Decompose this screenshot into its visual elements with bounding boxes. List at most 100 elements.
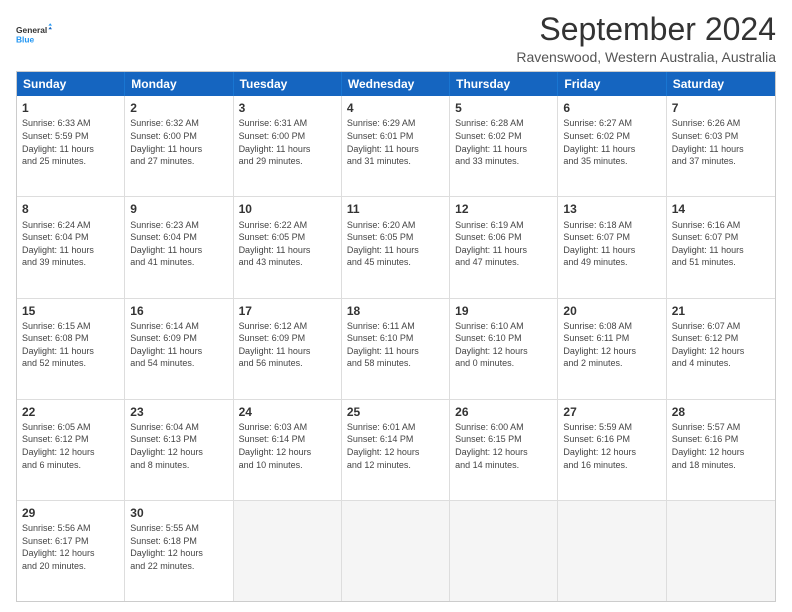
calendar-cell-2: 2Sunrise: 6:32 AM Sunset: 6:00 PM Daylig… [125, 96, 233, 196]
day-info: Sunrise: 6:28 AM Sunset: 6:02 PM Dayligh… [455, 117, 552, 167]
calendar-cell-empty [558, 501, 666, 601]
calendar-cell-22: 22Sunrise: 6:05 AM Sunset: 6:12 PM Dayli… [17, 400, 125, 500]
header-day-saturday: Saturday [667, 72, 775, 96]
day-number: 1 [22, 100, 119, 116]
day-number: 19 [455, 303, 552, 319]
calendar-cell-17: 17Sunrise: 6:12 AM Sunset: 6:09 PM Dayli… [234, 299, 342, 399]
day-number: 23 [130, 404, 227, 420]
day-number: 26 [455, 404, 552, 420]
calendar-cell-1: 1Sunrise: 6:33 AM Sunset: 5:59 PM Daylig… [17, 96, 125, 196]
day-number: 21 [672, 303, 770, 319]
day-number: 24 [239, 404, 336, 420]
day-info: Sunrise: 5:55 AM Sunset: 6:18 PM Dayligh… [130, 522, 227, 572]
day-number: 17 [239, 303, 336, 319]
calendar-row-1: 1Sunrise: 6:33 AM Sunset: 5:59 PM Daylig… [17, 96, 775, 196]
day-info: Sunrise: 6:24 AM Sunset: 6:04 PM Dayligh… [22, 219, 119, 269]
day-info: Sunrise: 6:12 AM Sunset: 6:09 PM Dayligh… [239, 320, 336, 370]
logo-svg: General Blue [16, 16, 52, 52]
title-block: September 2024 Ravenswood, Western Austr… [516, 12, 776, 65]
day-number: 7 [672, 100, 770, 116]
calendar-cell-16: 16Sunrise: 6:14 AM Sunset: 6:09 PM Dayli… [125, 299, 233, 399]
calendar-cell-empty [450, 501, 558, 601]
calendar-header: SundayMondayTuesdayWednesdayThursdayFrid… [17, 72, 775, 96]
calendar-row-5: 29Sunrise: 5:56 AM Sunset: 6:17 PM Dayli… [17, 500, 775, 601]
calendar-cell-14: 14 Sunrise: 6:16 AM Sunset: 6:07 PM Dayli… [667, 197, 775, 297]
header-day-wednesday: Wednesday [342, 72, 450, 96]
calendar-cell-15: 15Sunrise: 6:15 AM Sunset: 6:08 PM Dayli… [17, 299, 125, 399]
calendar-cell-18: 18Sunrise: 6:11 AM Sunset: 6:10 PM Dayli… [342, 299, 450, 399]
calendar-row-2: 8 Sunrise: 6:24 AM Sunset: 6:04 PM Daylig… [17, 196, 775, 297]
day-number: 12 [455, 201, 552, 217]
day-info: Sunrise: 6:16 AM Sunset: 6:07 PM Dayligh… [672, 219, 770, 269]
calendar-cell-5: 5Sunrise: 6:28 AM Sunset: 6:02 PM Daylig… [450, 96, 558, 196]
day-number: 10 [239, 201, 336, 217]
calendar-cell-8: 8 Sunrise: 6:24 AM Sunset: 6:04 PM Daylig… [17, 197, 125, 297]
calendar-cell-4: 4Sunrise: 6:29 AM Sunset: 6:01 PM Daylig… [342, 96, 450, 196]
day-info: Sunrise: 6:05 AM Sunset: 6:12 PM Dayligh… [22, 421, 119, 471]
calendar-body: 1Sunrise: 6:33 AM Sunset: 5:59 PM Daylig… [17, 96, 775, 601]
calendar-cell-30: 30Sunrise: 5:55 AM Sunset: 6:18 PM Dayli… [125, 501, 233, 601]
day-number: 20 [563, 303, 660, 319]
calendar-cell-28: 28Sunrise: 5:57 AM Sunset: 6:16 PM Dayli… [667, 400, 775, 500]
day-info: Sunrise: 6:27 AM Sunset: 6:02 PM Dayligh… [563, 117, 660, 167]
day-number: 11 [347, 201, 444, 217]
day-number: 4 [347, 100, 444, 116]
day-number: 15 [22, 303, 119, 319]
day-info: Sunrise: 6:15 AM Sunset: 6:08 PM Dayligh… [22, 320, 119, 370]
calendar-cell-26: 26Sunrise: 6:00 AM Sunset: 6:15 PM Dayli… [450, 400, 558, 500]
day-info: Sunrise: 5:57 AM Sunset: 6:16 PM Dayligh… [672, 421, 770, 471]
calendar-cell-10: 10 Sunrise: 6:22 AM Sunset: 6:05 PM Dayli… [234, 197, 342, 297]
day-number: 13 [563, 201, 660, 217]
day-number: 2 [130, 100, 227, 116]
day-info: Sunrise: 6:01 AM Sunset: 6:14 PM Dayligh… [347, 421, 444, 471]
calendar-row-4: 22Sunrise: 6:05 AM Sunset: 6:12 PM Dayli… [17, 399, 775, 500]
day-info: Sunrise: 6:14 AM Sunset: 6:09 PM Dayligh… [130, 320, 227, 370]
day-number: 18 [347, 303, 444, 319]
header-day-monday: Monday [125, 72, 233, 96]
calendar-cell-12: 12 Sunrise: 6:19 AM Sunset: 6:06 PM Dayli… [450, 197, 558, 297]
day-info: Sunrise: 6:07 AM Sunset: 6:12 PM Dayligh… [672, 320, 770, 370]
day-info: Sunrise: 6:32 AM Sunset: 6:00 PM Dayligh… [130, 117, 227, 167]
header-day-tuesday: Tuesday [234, 72, 342, 96]
day-info: Sunrise: 6:03 AM Sunset: 6:14 PM Dayligh… [239, 421, 336, 471]
day-number: 6 [563, 100, 660, 116]
day-info: Sunrise: 6:19 AM Sunset: 6:06 PM Dayligh… [455, 219, 552, 269]
page-header: General Blue September 2024 Ravenswood, … [16, 12, 776, 65]
svg-text:General: General [16, 25, 47, 35]
logo: General Blue [16, 16, 52, 52]
calendar-cell-13: 13Sunrise: 6:18 AM Sunset: 6:07 PM Dayli… [558, 197, 666, 297]
day-info: Sunrise: 5:59 AM Sunset: 6:16 PM Dayligh… [563, 421, 660, 471]
day-number: 25 [347, 404, 444, 420]
header-day-thursday: Thursday [450, 72, 558, 96]
day-number: 3 [239, 100, 336, 116]
day-info: Sunrise: 6:26 AM Sunset: 6:03 PM Dayligh… [672, 117, 770, 167]
day-info: Sunrise: 6:11 AM Sunset: 6:10 PM Dayligh… [347, 320, 444, 370]
calendar-row-3: 15Sunrise: 6:15 AM Sunset: 6:08 PM Dayli… [17, 298, 775, 399]
day-number: 14 [672, 201, 770, 217]
calendar-cell-29: 29Sunrise: 5:56 AM Sunset: 6:17 PM Dayli… [17, 501, 125, 601]
day-number: 9 [130, 201, 227, 217]
header-day-friday: Friday [558, 72, 666, 96]
day-info: Sunrise: 6:20 AM Sunset: 6:05 PM Dayligh… [347, 219, 444, 269]
calendar-cell-24: 24Sunrise: 6:03 AM Sunset: 6:14 PM Dayli… [234, 400, 342, 500]
calendar: SundayMondayTuesdayWednesdayThursdayFrid… [16, 71, 776, 602]
calendar-cell-empty [342, 501, 450, 601]
day-number: 29 [22, 505, 119, 521]
day-number: 5 [455, 100, 552, 116]
calendar-cell-27: 27Sunrise: 5:59 AM Sunset: 6:16 PM Dayli… [558, 400, 666, 500]
day-number: 16 [130, 303, 227, 319]
calendar-cell-empty [667, 501, 775, 601]
day-info: Sunrise: 6:22 AM Sunset: 6:05 PM Dayligh… [239, 219, 336, 269]
page-subtitle: Ravenswood, Western Australia, Australia [516, 49, 776, 65]
day-number: 8 [22, 201, 119, 217]
calendar-cell-9: 9Sunrise: 6:23 AM Sunset: 6:04 PM Daylig… [125, 197, 233, 297]
day-info: Sunrise: 6:00 AM Sunset: 6:15 PM Dayligh… [455, 421, 552, 471]
day-info: Sunrise: 5:56 AM Sunset: 6:17 PM Dayligh… [22, 522, 119, 572]
page-title: September 2024 [516, 12, 776, 47]
calendar-cell-20: 20Sunrise: 6:08 AM Sunset: 6:11 PM Dayli… [558, 299, 666, 399]
day-info: Sunrise: 6:31 AM Sunset: 6:00 PM Dayligh… [239, 117, 336, 167]
header-day-sunday: Sunday [17, 72, 125, 96]
day-number: 28 [672, 404, 770, 420]
calendar-cell-19: 19Sunrise: 6:10 AM Sunset: 6:10 PM Dayli… [450, 299, 558, 399]
day-number: 30 [130, 505, 227, 521]
